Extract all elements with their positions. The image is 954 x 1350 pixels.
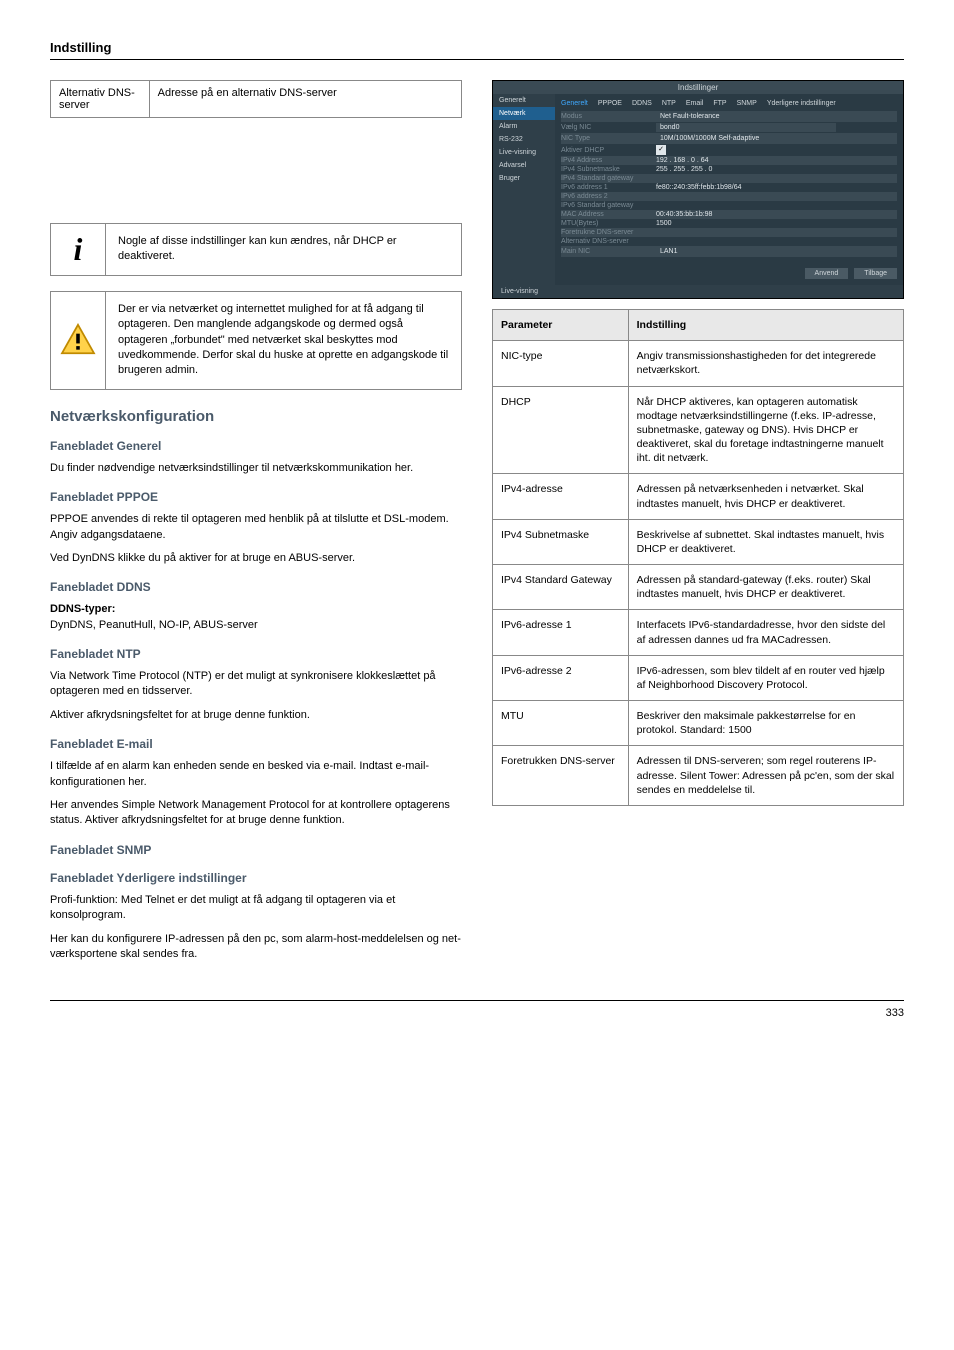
warning-icon	[60, 323, 96, 358]
ss-lab-modus: Modus	[561, 113, 656, 120]
info-callout: i Nogle af disse indstillinger kan kun æ…	[50, 223, 462, 276]
ss-tab-snmp[interactable]: SNMP	[737, 100, 757, 107]
ss-val-nictype[interactable]: 10M/100M/1000M Self-adaptive	[656, 134, 836, 143]
ss-lab-nictype: NIC Type	[561, 135, 656, 142]
parameter-table: Parameter Indstilling NIC-typeAngiv tran…	[492, 309, 904, 806]
ss-apply-button[interactable]: Anvend	[805, 268, 849, 279]
ss-side-rs232[interactable]: RS-232	[493, 133, 555, 146]
ss-chk-dhcp[interactable]: ✓	[656, 145, 666, 155]
table-row: MTU	[493, 701, 629, 746]
table-row: Foretrukken DNS-server	[493, 746, 629, 806]
ss-window-title: Indstillinger	[493, 81, 903, 94]
ss-lab-dns2: Alternativ DNS-server	[561, 238, 656, 245]
text-ddns: DDNS-typer: DynDNS, PeanutHull, NO-IP, A…	[50, 602, 462, 633]
page-number: 333	[50, 1000, 904, 1019]
table-row: IPv4-adresse	[493, 474, 629, 519]
ss-lab-ipv6a2: IPv6 address 2	[561, 193, 656, 200]
ss-back-button[interactable]: Tilbage	[854, 268, 897, 279]
table-row: Adressen til DNS-serveren; som regel rou…	[628, 746, 903, 806]
ss-side-netvaerk[interactable]: Netværk	[493, 107, 555, 120]
ss-side-bruger[interactable]: Bruger	[493, 172, 555, 185]
ddns-types-label: DDNS-typer:	[50, 603, 115, 615]
table-row: IPv6-adresse 1	[493, 610, 629, 655]
table-row: DHCP	[493, 386, 629, 474]
ss-lab-dhcp: Aktiver DHCP	[561, 147, 656, 154]
warning-text: Der er via netværket og internettet muli…	[106, 292, 461, 389]
ss-lab-mac: MAC Address	[561, 211, 656, 218]
ss-val-ipv6a1[interactable]: fe80::240:35ff:febb:1b98/64	[656, 184, 742, 191]
ss-sidebar: Generelt Netværk Alarm RS-232 Live-visni…	[493, 94, 555, 285]
ss-bottom-bar[interactable]: Live-visning	[493, 285, 903, 298]
ss-val-mtu[interactable]: 1500	[656, 220, 672, 227]
tab-heading-snmp: Fanebladet SNMP	[50, 843, 462, 857]
text-email-1: I tilfælde af en alarm kan enheden sende…	[50, 759, 462, 790]
param-head-1: Parameter	[493, 310, 629, 341]
alt-dns-value: Adresse på en alternativ DNS-server	[149, 81, 461, 118]
ss-val-modus[interactable]: Net Fault-tolerance	[656, 112, 836, 121]
tab-heading-pppoe: Fanebladet PPPOE	[50, 490, 462, 504]
tab-heading-ntp: Fanebladet NTP	[50, 647, 462, 661]
text-pppoe-1: PPPOE anvendes di rekte til optageren me…	[50, 512, 462, 543]
text-more: Her kan du konfigurere IP-adressen på de…	[50, 932, 462, 963]
table-row: IPv4 Subnetmaske	[493, 519, 629, 564]
ss-tab-email[interactable]: Email	[686, 100, 704, 107]
info-icon: i	[74, 233, 83, 265]
ss-side-alarm[interactable]: Alarm	[493, 120, 555, 133]
ss-tab-yderligere[interactable]: Yderligere indstillinger	[767, 100, 836, 107]
ss-lab-mainnic: Main NIC	[561, 248, 656, 255]
ddns-types-list: DynDNS, PeanutHull, NO-IP, ABUS-server	[50, 619, 258, 631]
table-row: IPv4 Standard Gateway	[493, 565, 629, 610]
ss-lab-ipv4mask: IPv4 Subnetmaske	[561, 166, 656, 173]
page-header: Indstilling	[50, 40, 111, 55]
ss-tab-pppoe[interactable]: PPPOE	[598, 100, 622, 107]
table-row: Angiv transmissionshastigheden for det i…	[628, 341, 903, 386]
ss-side-advarsel[interactable]: Advarsel	[493, 159, 555, 172]
ss-lab-ipv4gw: IPv4 Standard gateway	[561, 175, 656, 182]
ss-lab-dns1: Foretrukne DNS-server	[561, 229, 656, 236]
section-heading-netconfig: Netværkskonfiguration	[50, 408, 462, 425]
tab-heading-general: Fanebladet Generel	[50, 439, 462, 453]
ss-val-nic[interactable]: bond0	[656, 123, 836, 132]
ss-val-ipv4mask[interactable]: 255 . 255 . 255 . 0	[656, 166, 712, 173]
text-email-2: Her anvendes Simple Network Management P…	[50, 798, 462, 829]
table-row: Beskrivelse af subnettet. Skal indtastes…	[628, 519, 903, 564]
text-more-profi: Profi-funktion: Med Telnet er det muligt…	[50, 893, 462, 924]
ss-val-mainnic[interactable]: LAN1	[656, 247, 836, 256]
table-row: Når DHCP aktiveres, kan optageren automa…	[628, 386, 903, 474]
tab-heading-email: Fanebladet E-mail	[50, 737, 462, 751]
text-pppoe-2: Ved DynDNS klikke du på aktiver for at b…	[50, 551, 462, 566]
table-row: Adressen på netværksenheden i netværket.…	[628, 474, 903, 519]
ss-tabs: Generelt PPPOE DDNS NTP Email FTP SNMP Y…	[561, 98, 897, 111]
ss-lab-ipv6a1: IPv6 address 1	[561, 184, 656, 191]
ss-side-livevisning[interactable]: Live-visning	[493, 146, 555, 159]
settings-screenshot: Indstillinger Generelt Netværk Alarm RS-…	[492, 80, 904, 299]
text-general: Du finder nødvendige netværksindstilling…	[50, 461, 462, 476]
alt-dns-table: Alternativ DNS-server Adresse på en alte…	[50, 80, 462, 118]
table-row: Adressen på standard-gateway (f.eks. rou…	[628, 565, 903, 610]
table-row: Interfacets IPv6-standardadresse, hvor d…	[628, 610, 903, 655]
param-head-2: Indstilling	[628, 310, 903, 341]
info-text: Nogle af disse indstillinger kan kun ænd…	[106, 224, 461, 275]
ss-val-mac: 00:40:35:bb:1b:98	[656, 211, 712, 218]
table-row: NIC-type	[493, 341, 629, 386]
ss-tab-generelt[interactable]: Generelt	[561, 100, 588, 107]
warning-callout: Der er via netværket og internettet muli…	[50, 291, 462, 390]
ss-lab-nic: Vælg NIC	[561, 124, 656, 131]
text-ntp-2: Aktiver afkrydsningsfeltet for at bruge …	[50, 708, 462, 723]
ss-lab-ipv6gw: IPv6 Standard gateway	[561, 202, 656, 209]
ss-tab-ftp[interactable]: FTP	[713, 100, 726, 107]
table-row: IPv6-adresse 2	[493, 655, 629, 700]
ss-tab-ddns[interactable]: DDNS	[632, 100, 652, 107]
ss-side-generelt[interactable]: Generelt	[493, 94, 555, 107]
ss-lab-mtu: MTU(Bytes)	[561, 220, 656, 227]
alt-dns-label: Alternativ DNS-server	[51, 81, 150, 118]
ss-val-ipv4addr[interactable]: 192 . 168 . 0 . 64	[656, 157, 709, 164]
ss-tab-ntp[interactable]: NTP	[662, 100, 676, 107]
table-row: Beskriver den maksimale pakkestørrelse f…	[628, 701, 903, 746]
tab-heading-more: Fanebladet Yderligere indstillinger	[50, 871, 462, 885]
table-row: IPv6-adressen, som blev tildelt af en ro…	[628, 655, 903, 700]
tab-heading-ddns: Fanebladet DDNS	[50, 580, 462, 594]
text-ntp-1: Via Network Time Protocol (NTP) er det m…	[50, 669, 462, 700]
ss-lab-ipv4addr: IPv4 Address	[561, 157, 656, 164]
